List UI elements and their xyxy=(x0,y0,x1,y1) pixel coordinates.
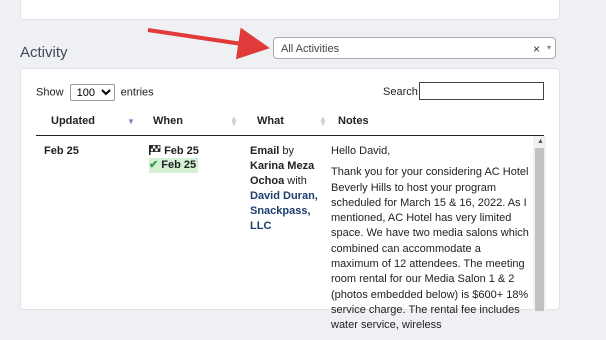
row-when-completed: ✔ Feb 25 xyxy=(149,158,199,173)
show-label: Show xyxy=(36,86,64,99)
scroll-up-icon[interactable]: ▲ xyxy=(537,138,544,145)
row-when-start: Feb 25 xyxy=(149,144,199,159)
search-input[interactable] xyxy=(419,82,544,100)
entries-label: entries xyxy=(120,86,154,99)
by-label: by xyxy=(282,145,295,157)
row-updated-date: Feb 25 xyxy=(44,145,79,157)
header-divider xyxy=(36,135,544,136)
column-header-updated[interactable]: Updated xyxy=(51,115,95,127)
notes-body: Thank you for your considering AC Hotel … xyxy=(331,166,529,332)
sort-icon[interactable]: ▲ ▼ xyxy=(230,115,238,128)
search-label: Search: xyxy=(383,86,421,98)
entries-select[interactable]: 100 xyxy=(69,84,115,101)
sort-desc-icon[interactable]: ▼ xyxy=(127,118,135,126)
checkered-flag-icon xyxy=(149,145,161,155)
column-header-notes[interactable]: Notes xyxy=(338,115,369,127)
column-header-when[interactable]: When xyxy=(153,115,183,127)
row-notes: Hello David, Thank you for your consider… xyxy=(331,144,531,340)
when-completed-date: Feb 25 xyxy=(161,159,197,171)
check-icon: ✔ xyxy=(149,159,159,171)
row-what: Email by Karina Meza Ochoa with David Du… xyxy=(250,144,320,234)
when-start-date: Feb 25 xyxy=(164,145,199,157)
notes-greeting: Hello David, xyxy=(331,145,391,157)
entries-length-control: Show 100 entries xyxy=(36,84,154,101)
scrollbar-thumb[interactable] xyxy=(535,148,544,311)
column-header-what[interactable]: What xyxy=(257,115,284,127)
activity-table-card: Show 100 entries Search: Updated ▼ When … xyxy=(20,68,560,331)
with-label: with xyxy=(287,175,307,187)
contact-link[interactable]: David Duran, Snackpass, LLC xyxy=(250,190,318,232)
sort-icon[interactable]: ▲ ▼ xyxy=(319,115,327,128)
activity-type: Email xyxy=(250,145,280,157)
